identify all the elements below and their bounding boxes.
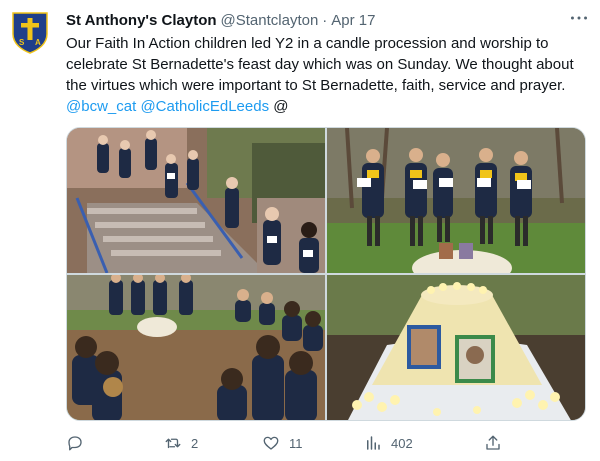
like-button[interactable]: 11 [262, 432, 303, 454]
author-name[interactable]: St Anthony's Clayton [66, 12, 217, 29]
retweet-count: 2 [191, 435, 199, 451]
tweet-action-bar: 2 11 402 [66, 432, 586, 454]
retweet-icon [165, 438, 181, 449]
photo-children-reading-in-garden[interactable] [327, 128, 585, 273]
views-count: 402 [391, 435, 413, 451]
retweet-button[interactable]: 2 [164, 432, 198, 454]
author-handle[interactable]: @Stantclayton [221, 12, 319, 29]
like-count: 11 [289, 435, 303, 451]
mention-link[interactable]: @CatholicEdLeeds [140, 98, 269, 115]
author-avatar[interactable]: S A [10, 10, 50, 54]
more-options-icon[interactable] [568, 8, 590, 28]
tweet-trailing-text: @ [269, 98, 289, 115]
tweet-text: Our Faith In Action children led Y2 in a… [66, 33, 586, 117]
reply-button[interactable] [66, 432, 93, 454]
header-separator: · [322, 11, 328, 29]
views-chart-icon [367, 436, 380, 450]
views-button[interactable]: 402 [364, 432, 413, 454]
tweet-header: St Anthony's Clayton @Stantclayton · Apr… [66, 10, 590, 30]
school-crest-icon: S A [12, 12, 48, 54]
media-grid [66, 127, 586, 421]
tweet-body: Our Faith In Action children led Y2 in a… [66, 35, 574, 94]
heart-icon [263, 436, 279, 450]
photo-shrine-with-candles[interactable] [327, 275, 585, 420]
share-icon [486, 435, 500, 450]
crest-letter-a: A [35, 38, 41, 47]
tweet-date[interactable]: Apr 17 [331, 12, 375, 29]
photo-children-on-steps[interactable] [67, 128, 325, 273]
mention-link[interactable]: @bcw_cat [66, 98, 136, 115]
photo-children-sitting-in-circle[interactable] [67, 275, 325, 420]
tweet-card[interactable]: S A St Anthony's Clayton @Stantclayton ·… [0, 0, 600, 461]
crest-letter-s: S [19, 38, 25, 47]
reply-icon [68, 436, 82, 451]
share-button[interactable] [484, 432, 511, 454]
